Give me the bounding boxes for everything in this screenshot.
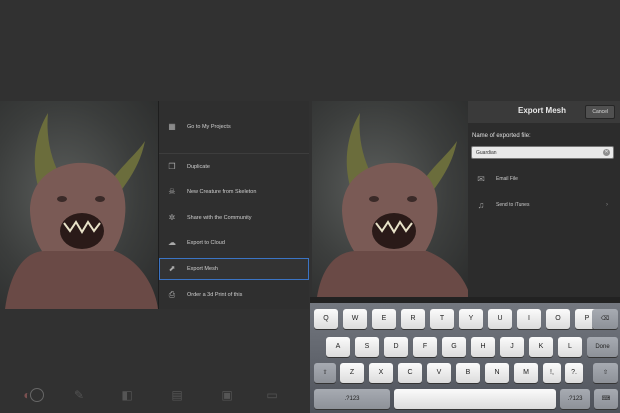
shift-key-right[interactable]: ⇧ (593, 363, 618, 383)
cancel-button[interactable]: Cancel (585, 105, 615, 119)
file-name-label: Name of exported file: (472, 133, 531, 139)
cloud-icon: ☁ (168, 238, 176, 247)
keyboard-hide-icon: ⌨ (601, 396, 611, 402)
menu-item-new-creature-from-skeleton[interactable]: ☠ New Creature from Skeleton (159, 180, 309, 204)
menu-item-label: Order a 3d Print of this (187, 292, 243, 298)
clear-text-icon[interactable]: ✕ (603, 149, 610, 156)
menu-item-label: Export Mesh (187, 266, 218, 272)
export-mesh-panel: Export Mesh Cancel Name of exported file… (468, 101, 620, 297)
brush-size-icon[interactable] (30, 388, 44, 402)
share-icon: ✲ (168, 213, 176, 222)
send-to-itunes-option[interactable]: ♫ Send to iTunes › (468, 193, 620, 217)
key-n[interactable]: N (485, 363, 509, 383)
key-l[interactable]: L (558, 337, 582, 357)
done-key[interactable]: Done (587, 337, 618, 357)
key-o[interactable]: O (546, 309, 570, 329)
chevron-right-icon: › (606, 202, 608, 208)
key-t[interactable]: T (430, 309, 454, 329)
key-x[interactable]: X (369, 363, 393, 383)
menu-item-export-to-cloud[interactable]: ☁ Export to Cloud (159, 231, 309, 255)
left-3d-viewport[interactable] (0, 101, 160, 309)
export-panel-header: Export Mesh Cancel (468, 101, 620, 123)
key-b[interactable]: B (456, 363, 480, 383)
numbers-key-left[interactable]: .?123 (314, 389, 390, 409)
email-file-option[interactable]: ✉ Email File (468, 167, 620, 191)
key-j[interactable]: J (500, 337, 524, 357)
right-3d-viewport[interactable] (312, 101, 470, 297)
creature-model-image (5, 113, 158, 309)
duplicate-icon: ❐ (168, 162, 176, 171)
key-i[interactable]: I (517, 309, 541, 329)
grid-icon: ▦ (168, 122, 176, 131)
key-exclaim-comma[interactable]: !, (543, 363, 561, 383)
menu-item-label: Share with the Community (187, 215, 252, 221)
key-r[interactable]: R (401, 309, 425, 329)
menu-item-label: Duplicate (187, 164, 210, 170)
photo-icon[interactable]: ▣ (220, 388, 234, 402)
key-d[interactable]: D (384, 337, 408, 357)
project-actions-menu: ▦ Go to My Projects ❐ Duplicate ☠ New Cr… (158, 101, 309, 309)
menu-item-export-mesh[interactable]: ⬈ Export Mesh (159, 258, 309, 280)
menu-item-label: New Creature from Skeleton (187, 189, 257, 195)
key-w[interactable]: W (343, 309, 367, 329)
menu-item-duplicate[interactable]: ❐ Duplicate (159, 155, 309, 179)
brush-icon[interactable]: ✎ (72, 388, 86, 402)
key-z[interactable]: Z (340, 363, 364, 383)
hide-keyboard-key[interactable]: ⌨ (594, 389, 618, 409)
keyboard-top-strip (310, 297, 620, 303)
layers-icon[interactable]: ▤ (170, 388, 184, 402)
menu-item-label: Export to Cloud (187, 240, 225, 246)
key-e[interactable]: E (372, 309, 396, 329)
print-icon: ⎙ (168, 290, 176, 299)
itunes-icon: ♫ (477, 200, 485, 210)
export-panel-title: Export Mesh (518, 106, 567, 115)
shift-icon: ⇧ (322, 370, 328, 376)
export-mesh-icon: ⬈ (168, 264, 176, 273)
key-g[interactable]: G (442, 337, 466, 357)
backspace-key[interactable]: ⌫ (592, 309, 618, 329)
menu-item-go-to-my-projects[interactable]: ▦ Go to My Projects (159, 115, 309, 139)
key-q[interactable]: Q (314, 309, 338, 329)
menu-item-share-with-community[interactable]: ✲ Share with the Community (159, 206, 309, 230)
menu-item-label: Go to My Projects (187, 124, 231, 130)
shift-key-left[interactable]: ⇧ (314, 363, 336, 383)
numbers-key-right[interactable]: .?123 (560, 389, 590, 409)
file-name-input[interactable] (471, 146, 614, 159)
export-option-label: Send to iTunes (496, 202, 530, 208)
export-option-label: Email File (496, 176, 518, 182)
bottom-toolbar: ◐ ✎ ◧ ▤ ▣ ▭ (0, 383, 310, 413)
key-v[interactable]: V (427, 363, 451, 383)
menu-divider (159, 153, 309, 154)
skeleton-icon: ☠ (168, 187, 176, 196)
shift-icon: ⇧ (602, 370, 609, 376)
backspace-icon: ⌫ (600, 316, 610, 322)
key-c[interactable]: C (398, 363, 422, 383)
menu-item-order-3d-print[interactable]: ⎙ Order a 3d Print of this (159, 283, 309, 307)
key-m[interactable]: M (514, 363, 538, 383)
creature-model-image (317, 113, 470, 297)
folder-icon[interactable]: ▭ (265, 388, 279, 402)
key-h[interactable]: H (471, 337, 495, 357)
key-s[interactable]: S (355, 337, 379, 357)
key-k[interactable]: K (529, 337, 553, 357)
onscreen-keyboard: Q W E R T Y U I O P ⌫ A S D F G H J K L … (310, 297, 620, 413)
key-y[interactable]: Y (459, 309, 483, 329)
key-u[interactable]: U (488, 309, 512, 329)
mail-icon: ✉ (477, 174, 485, 184)
camera-icon[interactable]: ◧ (120, 388, 134, 402)
key-question-period[interactable]: ?. (565, 363, 583, 383)
key-f[interactable]: F (413, 337, 437, 357)
key-a[interactable]: A (326, 337, 350, 357)
space-key[interactable] (394, 389, 556, 409)
